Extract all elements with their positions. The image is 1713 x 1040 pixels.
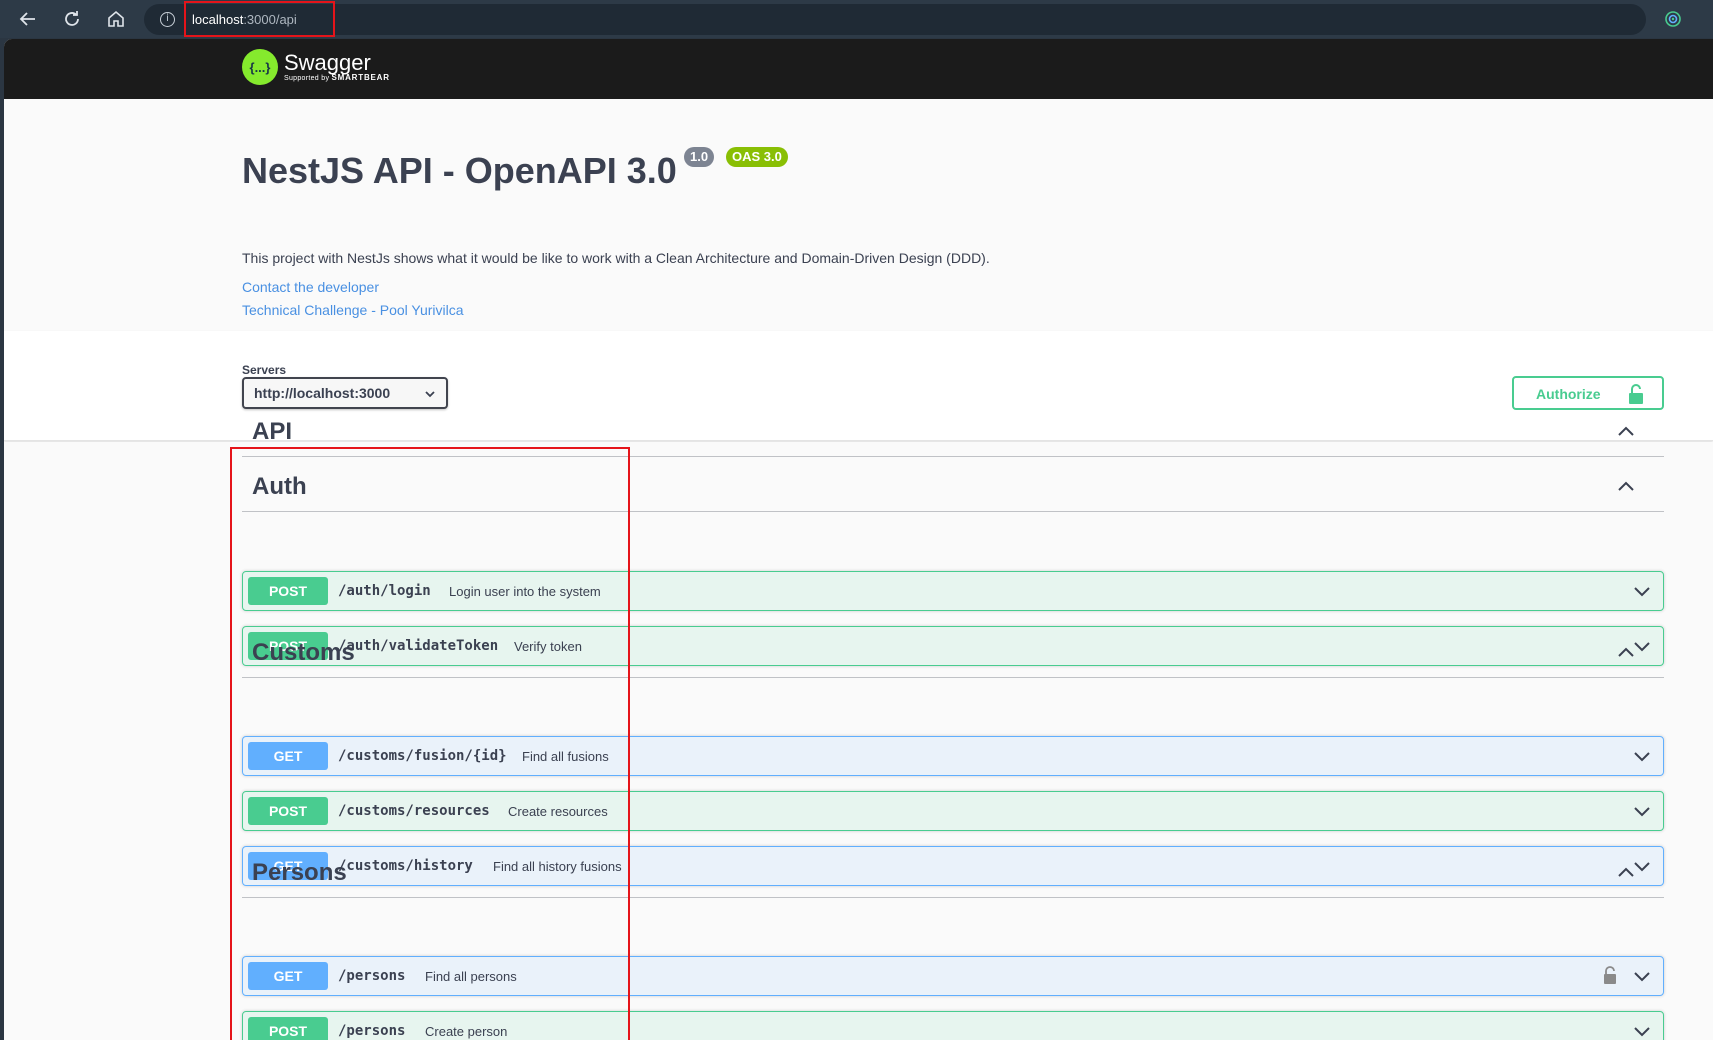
- swagger-logo-icon: {...}: [242, 49, 278, 85]
- info-icon[interactable]: i: [160, 12, 175, 27]
- address-bar[interactable]: i localhost:3000/api: [144, 4, 1646, 35]
- authorize-label: Authorize: [1536, 386, 1601, 402]
- url-highlight-box: [184, 1, 335, 37]
- api-description: This project with NestJs shows what it w…: [242, 250, 990, 266]
- version-badge: 1.0: [684, 147, 715, 167]
- home-icon[interactable]: [104, 7, 128, 31]
- operation-summary: Create resources: [508, 804, 608, 819]
- page-title: NestJS API - OpenAPI 3.0: [242, 150, 677, 191]
- contact-developer-link[interactable]: Contact the developer: [242, 279, 379, 295]
- operation-get-customs-fusion[interactable]: GET /customs/fusion/{id} Find all fusion…: [242, 736, 1664, 776]
- swagger-topbar: {...} Swagger Supported by SMARTBEAR: [4, 39, 1713, 99]
- operation-path: /persons: [338, 1023, 406, 1039]
- tag-customs[interactable]: Customs: [242, 625, 1664, 678]
- operation-summary: Login user into the system: [449, 584, 601, 599]
- operation-post-customs-resources[interactable]: POST /customs/resources Create resources: [242, 791, 1664, 831]
- back-arrow-icon[interactable]: [16, 7, 40, 31]
- chevron-down-icon[interactable]: [1633, 805, 1651, 817]
- operation-summary: Create person: [425, 1024, 508, 1039]
- operation-post-persons[interactable]: POST /persons Create person: [242, 1011, 1664, 1040]
- chevron-down-icon[interactable]: [1633, 970, 1651, 982]
- tag-name: API: [252, 418, 293, 445]
- chevron-down-icon[interactable]: [1633, 1025, 1651, 1037]
- tag-name: Auth: [252, 473, 307, 500]
- method-badge: POST: [248, 1017, 328, 1040]
- unlock-icon: [1629, 384, 1643, 404]
- method-badge: GET: [248, 742, 328, 770]
- chevron-up-icon[interactable]: [1616, 479, 1636, 493]
- method-badge: GET: [248, 962, 328, 990]
- page-viewport: {...} Swagger Supported by SMARTBEAR Nes…: [4, 39, 1713, 1040]
- operation-path: /customs/fusion/{id}: [338, 748, 507, 764]
- chevron-up-icon[interactable]: [1616, 865, 1636, 879]
- method-badge: POST: [248, 577, 328, 605]
- chevron-down-icon[interactable]: [1633, 585, 1651, 597]
- logo-subtitle: Supported by SMARTBEAR: [284, 73, 390, 83]
- swagger-logo[interactable]: {...} Swagger Supported by SMARTBEAR: [242, 49, 390, 85]
- operation-post-auth-login[interactable]: POST /auth/login Login user into the sys…: [242, 571, 1664, 611]
- operation-summary: Find all fusions: [522, 749, 609, 764]
- chevron-up-icon[interactable]: [1616, 424, 1636, 438]
- tag-auth[interactable]: Auth: [242, 459, 1664, 512]
- tag-name: Persons: [252, 859, 347, 886]
- operation-path: /customs/resources: [338, 803, 490, 819]
- oas-badge: OAS 3.0: [726, 147, 788, 167]
- operation-get-persons[interactable]: GET /persons Find all persons: [242, 956, 1664, 996]
- server-value: http://localhost:3000: [254, 385, 391, 401]
- logo-name: Swagger: [284, 50, 371, 75]
- chevron-down-icon: [425, 391, 435, 398]
- operation-summary: Find all persons: [425, 969, 517, 984]
- extension-icon[interactable]: [1664, 10, 1682, 28]
- operation-path: /auth/login: [338, 583, 431, 599]
- api-info: NestJS API - OpenAPI 3.0 1.0 OAS 3.0 Thi…: [4, 99, 1713, 331]
- tag-api[interactable]: API: [242, 404, 1664, 457]
- tag-persons[interactable]: Persons: [242, 845, 1664, 898]
- operation-path: /persons: [338, 968, 406, 984]
- tag-name: Customs: [252, 639, 355, 666]
- lock-icon[interactable]: [1603, 966, 1617, 984]
- chevron-down-icon[interactable]: [1633, 750, 1651, 762]
- servers-label: Servers: [242, 363, 287, 377]
- method-badge: POST: [248, 797, 328, 825]
- browser-toolbar: i localhost:3000/api: [0, 0, 1713, 38]
- technical-challenge-link[interactable]: Technical Challenge - Pool Yurivilca: [242, 302, 464, 318]
- chevron-up-icon[interactable]: [1616, 645, 1636, 659]
- reload-icon[interactable]: [60, 7, 84, 31]
